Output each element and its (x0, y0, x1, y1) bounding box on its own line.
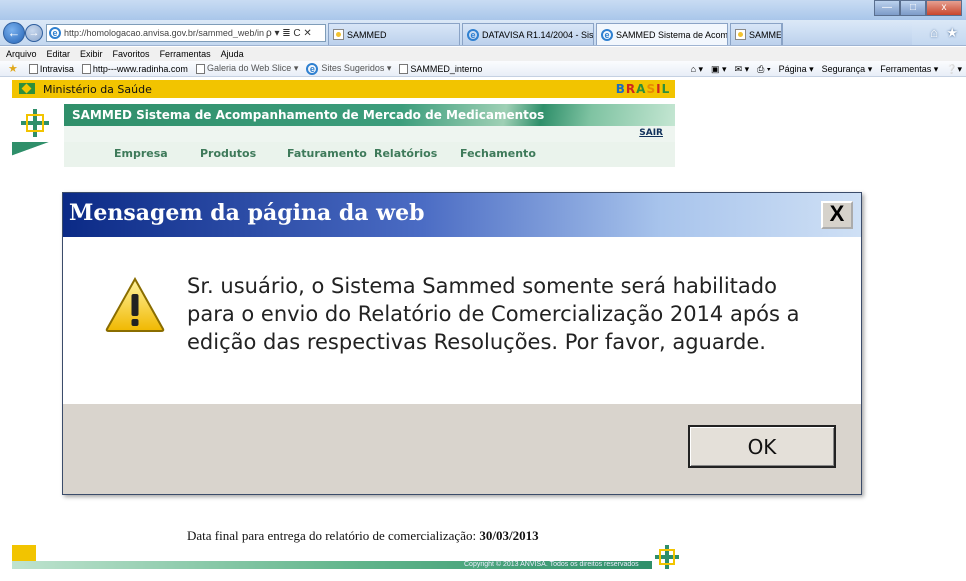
command-ferramentas[interactable]: Ferramentas ▾ (880, 64, 938, 75)
address-url[interactable]: http://homologacao.anvisa.gov.br/sammed_… (64, 28, 264, 38)
tab-sammed-sistema[interactable]: e SAMMED Sistema de Acom... ✕ (596, 23, 728, 45)
fav-sammed-interno[interactable]: SAMMED_interno (399, 63, 482, 74)
browser-navigation-row: ← → e http://homologacao.anvisa.gov.br/s… (0, 20, 966, 46)
fav-web-slice[interactable]: Galeria do Web Slice ▾ (195, 63, 298, 74)
tab-datavisa[interactable]: e DATAVISA R1.14/2004 - Sistem... (462, 23, 594, 45)
fav-intravisa[interactable]: Intravisa (28, 63, 74, 74)
brasil-logo: BRASIL (615, 82, 671, 96)
back-button[interactable]: ← (3, 22, 25, 44)
favorites-star-item[interactable]: ★ (8, 62, 21, 75)
main-nav: Empresa Produtos Faturamento Relatórios … (12, 142, 675, 167)
menu-arquivo[interactable]: Arquivo (6, 49, 37, 59)
page-icon (81, 63, 91, 74)
deadline-date: 30/03/2013 (479, 528, 539, 543)
dialog-close-button[interactable]: X (821, 201, 853, 229)
tab-label: SAMMED (749, 29, 782, 40)
fav-sites-sugeridos[interactable]: e Sites Sugeridos ▾ (306, 62, 391, 75)
deadline-label: Data final para entrega do relatório de … (187, 528, 480, 543)
address-bar[interactable]: e http://homologacao.anvisa.gov.br/samme… (46, 24, 326, 42)
maximize-button[interactable]: □ (900, 0, 926, 16)
feeds-icon[interactable]: ▣ ▾ (711, 64, 727, 75)
ministry-label: Ministério da Saúde (43, 83, 152, 96)
home-command-icon[interactable]: ⌂ ▾ (691, 64, 703, 75)
menu-editar[interactable]: Editar (47, 49, 71, 59)
star-icon: ★ (8, 63, 18, 75)
copyright-text: Copyright © 2013 ANVISA. Todos os direit… (464, 561, 639, 568)
sammed-favicon-icon (333, 29, 344, 40)
address-actions-icon[interactable]: ρ ▾ ≣ C ✕ (266, 28, 312, 39)
dialog-body: Sr. usuário, o Sistema Sammed somente se… (63, 237, 861, 404)
nav-faturamento[interactable]: Faturamento (287, 147, 367, 160)
nav-produtos[interactable]: Produtos (200, 147, 256, 160)
system-title: SAMMED Sistema de Acompanhamento de Merc… (72, 108, 545, 122)
menu-favoritos[interactable]: Favoritos (113, 49, 150, 59)
brazil-flag-icon (19, 83, 35, 94)
tab-label: DATAVISA R1.14/2004 - Sistem... (482, 29, 594, 40)
sammed-logo-icon (21, 109, 49, 137)
favorites-star-icon[interactable]: ★ (946, 25, 958, 41)
ie-page-icon: e (306, 62, 319, 75)
dialog-footer: OK (63, 404, 861, 494)
title-band: SAMMED Sistema de Acompanhamento de Merc… (64, 104, 675, 126)
window-titlebar: — □ x (0, 0, 966, 20)
minimize-button[interactable]: — (874, 0, 900, 16)
logout-strip: SAIR (64, 126, 675, 142)
page-icon (28, 63, 38, 74)
help-icon[interactable]: ❔▾ (946, 64, 962, 75)
sammed-favicon-icon (735, 29, 746, 40)
ie-page-icon: e (601, 28, 613, 41)
ie-page-icon: e (467, 28, 479, 41)
print-icon[interactable]: ⎙ ▾ (757, 64, 770, 75)
ministry-header: Ministério da Saúde BRASIL (12, 80, 675, 98)
tab-sammed-1[interactable]: SAMMED (328, 23, 460, 45)
menu-bar: Arquivo Editar Exibir Favoritos Ferramen… (0, 47, 966, 61)
window-controls: — □ x (874, 0, 962, 16)
tab-label: SAMMED (347, 29, 387, 40)
nav-relatorios[interactable]: Relatórios (374, 147, 437, 160)
menu-exibir[interactable]: Exibir (80, 49, 103, 59)
command-pagina[interactable]: Página ▾ (779, 64, 814, 75)
command-seguranca[interactable]: Segurança ▾ (822, 64, 873, 75)
logout-link[interactable]: SAIR (639, 128, 663, 138)
deadline-text: Data final para entrega do relatório de … (187, 528, 539, 544)
mail-icon[interactable]: ✉ ▾ (735, 64, 750, 75)
tab-sammed-2[interactable]: SAMMED (730, 23, 782, 45)
ie-page-icon: e (49, 27, 61, 39)
dialog-titlebar[interactable]: Mensagem da página da web X (63, 193, 861, 237)
menu-ajuda[interactable]: Ajuda (221, 49, 244, 59)
sammed-footer-logo-icon (655, 545, 679, 569)
forward-button[interactable]: → (25, 24, 43, 42)
tab-label: SAMMED Sistema de Acom... (616, 29, 728, 40)
tab-strip-empty[interactable] (782, 23, 912, 45)
menu-ferramentas[interactable]: Ferramentas (160, 49, 211, 59)
page-icon (399, 63, 409, 74)
fav-radinha[interactable]: http---www.radinha.com (81, 63, 188, 74)
dialog-title: Mensagem da página da web (69, 200, 425, 226)
sammed-header: SAMMED Sistema de Acompanhamento de Merc… (12, 98, 675, 142)
home-icon[interactable]: ⌂ (930, 25, 938, 40)
alert-dialog: Mensagem da página da web X Sr. usuário,… (62, 192, 862, 495)
ok-button[interactable]: OK (688, 425, 836, 468)
warning-icon (105, 277, 165, 332)
nav-fechamento[interactable]: Fechamento (460, 147, 536, 160)
page-icon (195, 63, 205, 74)
dialog-message: Sr. usuário, o Sistema Sammed somente se… (187, 274, 800, 354)
nav-empresa[interactable]: Empresa (114, 147, 168, 160)
command-bar: ⌂ ▾ ▣ ▾ ✉ ▾ ⎙ ▾ Página ▾ Segurança ▾ Fer… (683, 61, 962, 77)
close-window-button[interactable]: x (926, 0, 962, 16)
